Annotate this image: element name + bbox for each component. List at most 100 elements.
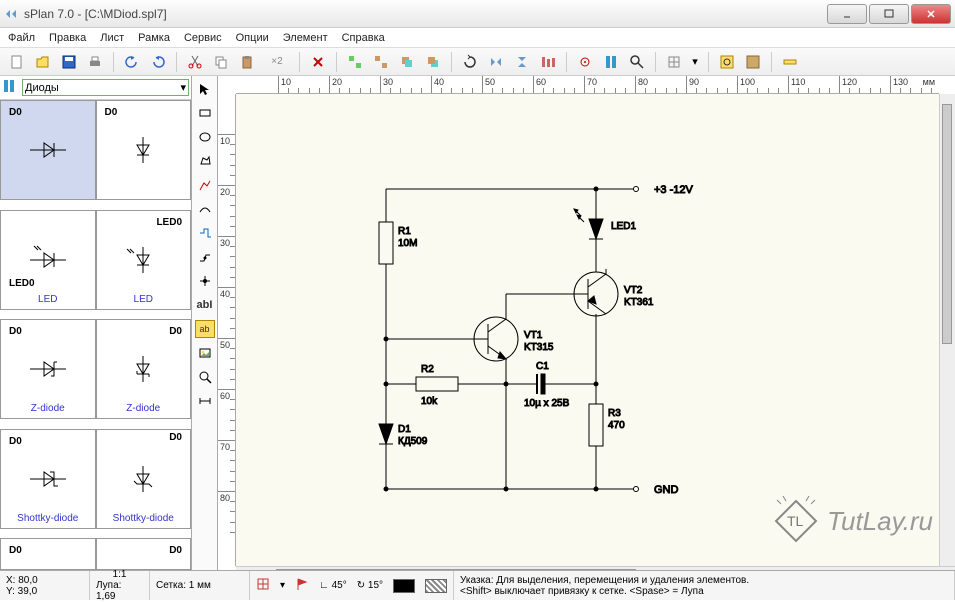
library-button[interactable] <box>600 51 622 73</box>
lib-item[interactable]: D0Shottky-diode <box>0 429 96 529</box>
menu-bar: Файл Правка Лист Рамка Сервис Опции Элем… <box>0 28 955 48</box>
zoom-tool[interactable] <box>195 368 215 386</box>
title-bar: sPlan 7.0 - [C:\MDiod.spl7] <box>0 0 955 28</box>
lib-item[interactable]: LED0LED <box>96 210 192 310</box>
node-tool[interactable] <box>195 272 215 290</box>
grid: Сетка: 1 мм <box>156 580 243 591</box>
textbox-tool[interactable]: ab <box>195 320 215 338</box>
snap-button[interactable] <box>574 51 596 73</box>
new-file-button[interactable] <box>6 51 28 73</box>
align-button[interactable] <box>537 51 559 73</box>
close-button[interactable] <box>911 4 951 24</box>
svg-text:R2: R2 <box>421 364 434 375</box>
svg-text:470: 470 <box>608 420 625 431</box>
flag-icon[interactable] <box>295 577 309 594</box>
pointer-tool[interactable] <box>195 80 215 98</box>
zoom-fit-button[interactable] <box>716 51 738 73</box>
menu-help[interactable]: Справка <box>342 32 385 44</box>
save-button[interactable] <box>58 51 80 73</box>
menu-options[interactable]: Опции <box>236 32 269 44</box>
svg-text:KT315: KT315 <box>524 342 554 353</box>
menu-service[interactable]: Сервис <box>184 32 222 44</box>
scale: 1:1 <box>113 569 127 580</box>
menu-sheet[interactable]: Лист <box>100 32 124 44</box>
zoom-sel-button[interactable] <box>742 51 764 73</box>
toolbar: ×2 ▾ <box>0 48 955 76</box>
maximize-button[interactable] <box>869 4 909 24</box>
lib-item[interactable]: D0 <box>96 100 192 200</box>
lib-item[interactable]: D0Z-diode <box>0 319 96 419</box>
front-button[interactable] <box>396 51 418 73</box>
lib-item[interactable]: D0 <box>0 538 96 570</box>
hint2: <Shift> выключает привязку к сетке. <Spa… <box>460 586 948 597</box>
svg-text:R1: R1 <box>398 226 411 237</box>
svg-text:КД509: КД509 <box>398 436 428 447</box>
svg-text:10µ x 25B: 10µ x 25B <box>524 398 570 409</box>
text-tool[interactable]: abI <box>195 296 215 314</box>
svg-text:C1: C1 <box>536 361 549 372</box>
circle-tool[interactable] <box>195 128 215 146</box>
dropdown-icon[interactable]: ▾ <box>689 51 701 73</box>
copy-button[interactable] <box>210 51 232 73</box>
lib-item[interactable]: D0 <box>0 100 96 200</box>
rotate-button[interactable] <box>459 51 481 73</box>
canvas-area: 102030405060708090100110120130мм 1020304… <box>218 76 955 600</box>
menu-file[interactable]: Файл <box>8 32 35 44</box>
svg-text:10M: 10M <box>398 238 417 249</box>
bezier-tool[interactable] <box>195 200 215 218</box>
angle15[interactable]: ↻ 15° <box>357 580 383 591</box>
coord-y: Y: 39,0 <box>6 586 83 597</box>
ruler-horizontal: 102030405060708090100110120130мм <box>236 76 939 94</box>
lib-item[interactable]: LED0LED <box>0 210 96 310</box>
canvas[interactable]: +3 -12V GND R1 10M <box>236 94 939 566</box>
color-box[interactable] <box>393 579 415 593</box>
menu-edit[interactable]: Правка <box>49 32 86 44</box>
duplicate-button[interactable]: ×2 <box>262 51 292 73</box>
ungroup-button[interactable] <box>370 51 392 73</box>
svg-text:D1: D1 <box>398 424 411 435</box>
grid-button[interactable] <box>663 51 685 73</box>
junction-tool[interactable] <box>195 248 215 266</box>
lib-item[interactable]: D0Shottky-diode <box>96 429 192 529</box>
cut-button[interactable] <box>184 51 206 73</box>
grid-icon[interactable] <box>256 577 270 594</box>
angle45[interactable]: ∟ 45° <box>319 580 347 591</box>
zoom: Лупа: 1,69 <box>96 580 143 602</box>
coord-x: X: 80,0 <box>6 575 83 586</box>
svg-text:KT361: KT361 <box>624 297 654 308</box>
menu-element[interactable]: Элемент <box>283 32 328 44</box>
dimension-tool[interactable] <box>195 392 215 410</box>
svg-text:VT2: VT2 <box>624 285 643 296</box>
menu-frame[interactable]: Рамка <box>138 32 170 44</box>
measure-button[interactable] <box>779 51 801 73</box>
svg-text:GND: GND <box>654 484 679 496</box>
mirror-h-button[interactable] <box>485 51 507 73</box>
paste-button[interactable] <box>236 51 258 73</box>
delete-button[interactable] <box>307 51 329 73</box>
minimize-button[interactable] <box>827 4 867 24</box>
library-icon[interactable] <box>2 78 18 97</box>
undo-button[interactable] <box>121 51 143 73</box>
snap-icon[interactable]: ▾ <box>280 580 285 591</box>
app-icon <box>4 6 20 22</box>
print-button[interactable] <box>84 51 106 73</box>
mirror-v-button[interactable] <box>511 51 533 73</box>
search-button[interactable] <box>626 51 648 73</box>
lib-item[interactable]: D0 <box>96 538 192 570</box>
back-button[interactable] <box>422 51 444 73</box>
lib-item[interactable]: D0Z-diode <box>96 319 192 419</box>
scrollbar-v[interactable] <box>939 94 955 566</box>
rect-tool[interactable] <box>195 104 215 122</box>
redo-button[interactable] <box>147 51 169 73</box>
open-button[interactable] <box>32 51 54 73</box>
wire-tool[interactable] <box>195 224 215 242</box>
library-select[interactable]: Диоды ▾ <box>22 79 189 96</box>
line-tool[interactable] <box>195 176 215 194</box>
schematic: +3 -12V GND R1 10M <box>236 94 936 544</box>
library-grid: D0 D0 LED0LED LED0LED D0Z-diode D0Z-diod… <box>0 100 191 580</box>
style-box[interactable] <box>425 579 447 593</box>
poly-tool[interactable] <box>195 152 215 170</box>
group-button[interactable] <box>344 51 366 73</box>
tool-palette: abI ab <box>192 76 218 600</box>
image-tool[interactable] <box>195 344 215 362</box>
